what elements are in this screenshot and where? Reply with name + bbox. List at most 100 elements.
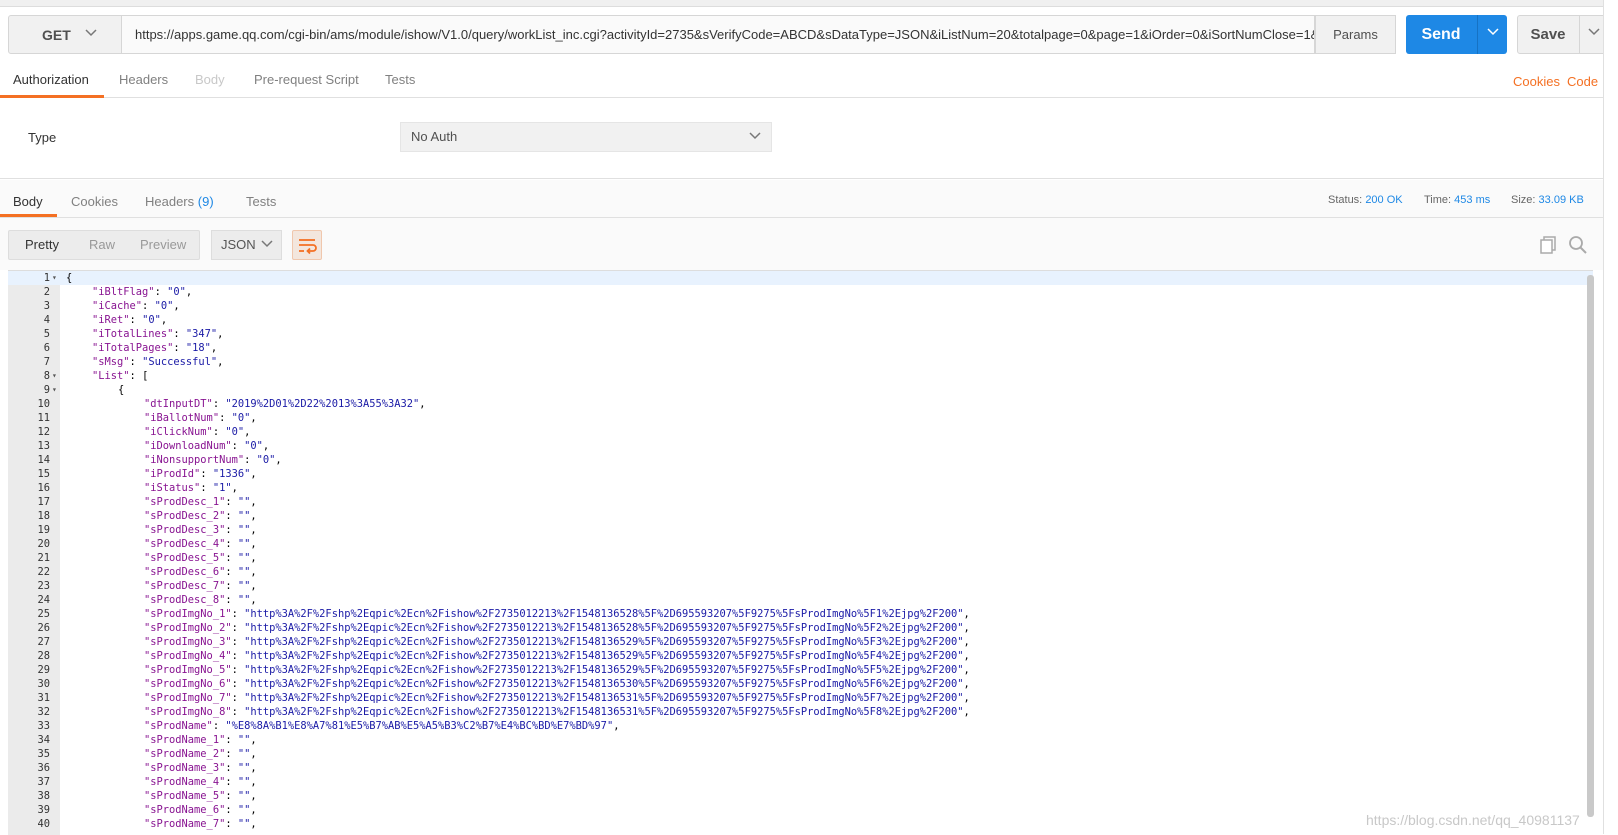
code-text: "List": [ [92, 370, 149, 382]
window-right-edge [1603, 0, 1618, 834]
response-tab-body[interactable]: Body [13, 194, 43, 209]
line-number: 5 [43, 328, 50, 340]
wrap-lines-button[interactable] [292, 230, 322, 260]
response-tab-headers[interactable]: Headers (9) [145, 194, 214, 209]
chevron-down-icon [261, 240, 273, 248]
response-tab-tests[interactable]: Tests [246, 194, 276, 209]
json-string-value: "1" [212, 482, 232, 494]
editor-scrollbar[interactable] [1587, 275, 1594, 817]
tab-pre-request-script[interactable]: Pre-request Script [254, 72, 359, 99]
line-number: 8 [43, 370, 50, 382]
line-number: 29 [37, 664, 50, 676]
view-mode-preview[interactable]: Preview [140, 237, 186, 252]
fold-toggle-icon[interactable]: ▾ [52, 383, 57, 397]
line-number: 21 [37, 552, 50, 564]
code-line: 38 "sProdName_5": "", [8, 789, 1593, 803]
auth-type-select[interactable]: No Auth [400, 122, 772, 152]
code-text: "sProdImgNo_7": "http%3A%2F%2Fshp%2Eqpic… [144, 692, 970, 704]
chevron-down-icon [85, 29, 97, 37]
line-number: 24 [37, 594, 50, 606]
code-line: 3 "iCache": "0", [8, 299, 1593, 313]
json-key: "List" [92, 370, 130, 382]
line-number: 13 [37, 440, 50, 452]
response-tab-cookies[interactable]: Cookies [71, 194, 118, 209]
json-key: "iDownloadNum" [144, 440, 232, 452]
json-key: "iBallotNum" [144, 412, 220, 424]
code-link[interactable]: Code [1567, 74, 1598, 89]
response-body-editor[interactable]: 1 ▾{2 "iBltFlag": "0", 3 "iCache": "0", 4 "iRe… [8, 270, 1593, 835]
json-key: "sProdName_6" [144, 804, 226, 816]
tab-tests[interactable]: Tests [385, 72, 415, 99]
code-line: 22 "sProdDesc_6": "", [8, 565, 1593, 579]
json-key: "sProdImgNo_5" [144, 664, 232, 676]
json-string-value: "" [237, 762, 251, 774]
send-button[interactable]: Send [1406, 15, 1507, 54]
view-mode-raw[interactable]: Raw [89, 237, 115, 252]
line-number: 31 [37, 692, 50, 704]
save-divider [1579, 16, 1580, 53]
chevron-down-icon[interactable] [1487, 28, 1499, 36]
save-button[interactable]: Save [1517, 15, 1610, 54]
method-select[interactable]: GET [8, 15, 122, 54]
json-string-value: "" [237, 496, 251, 508]
line-number: 32 [37, 706, 50, 718]
copy-icon[interactable] [1538, 235, 1558, 255]
tab-headers[interactable]: Headers [119, 72, 168, 99]
line-number: 10 [37, 398, 50, 410]
url-input[interactable]: https://apps.game.qq.com/cgi-bin/ams/mod… [122, 15, 1315, 54]
fold-toggle-icon[interactable]: ▾ [52, 369, 57, 383]
view-mode-pretty[interactable]: Pretty [25, 237, 59, 252]
auth-type-value: No Auth [411, 129, 458, 144]
json-string-value: "http%3A%2F%2Fshp%2Eqpic%2Ecn%2Fishow%2F… [244, 622, 964, 634]
line-number: 27 [37, 636, 50, 648]
json-key: "sMsg" [92, 356, 130, 368]
code-line: 7 "sMsg": "Successful", [8, 355, 1593, 369]
line-number: 17 [37, 496, 50, 508]
line-number: 26 [37, 622, 50, 634]
json-string-value: "0" [231, 412, 251, 424]
fold-toggle-icon[interactable]: ▾ [52, 271, 57, 285]
tab-body[interactable]: Body [195, 72, 225, 99]
json-key: "sProdDesc_3" [144, 524, 226, 536]
json-string-value: "Successful" [142, 356, 218, 368]
chevron-down-icon[interactable] [1588, 28, 1600, 36]
code-text: "sProdImgNo_4": "http%3A%2F%2Fshp%2Eqpic… [144, 650, 970, 662]
code-line: 33 "sProdName": "%E8%8A%B1%E8%A7%81%E5%B7… [8, 719, 1593, 733]
line-number: 15 [37, 468, 50, 480]
size-label: Size: [1511, 194, 1536, 206]
code-text: "iTotalLines": "347", [92, 328, 224, 340]
params-button[interactable]: Params [1315, 15, 1396, 54]
json-string-value: "" [237, 790, 251, 802]
cookies-link[interactable]: Cookies [1513, 74, 1560, 89]
code-line: 30 "sProdImgNo_6": "http%3A%2F%2Fshp%2Eqp… [8, 677, 1593, 691]
json-string-value: "http%3A%2F%2Fshp%2Eqpic%2Ecn%2Fishow%2F… [244, 678, 964, 690]
json-string-value: "http%3A%2F%2Fshp%2Eqpic%2Ecn%2Fishow%2F… [244, 706, 964, 718]
json-string-value: "1336" [212, 468, 251, 480]
status-label: Status: [1328, 194, 1363, 206]
json-string-value: "%E8%8A%B1%E8%A7%81%E5%B7%AB%E5%A5%B3%C2… [225, 720, 614, 732]
json-key: "sProdImgNo_2" [144, 622, 232, 634]
format-select[interactable]: JSON [211, 230, 282, 260]
line-number: 40 [37, 818, 50, 830]
code-text: "sProdImgNo_6": "http%3A%2F%2Fshp%2Eqpic… [144, 678, 970, 690]
line-number: 35 [37, 748, 50, 760]
search-icon[interactable] [1568, 235, 1588, 255]
code-text: "sProdImgNo_2": "http%3A%2F%2Fshp%2Eqpic… [144, 622, 970, 634]
code-text: "sProdName_2": "", [144, 748, 257, 760]
active-response-tab-indicator [0, 214, 57, 217]
json-key: "sProdName_3" [144, 762, 226, 774]
send-label: Send [1421, 26, 1461, 43]
code-line: 36 "sProdName_3": "", [8, 761, 1593, 775]
code-text: "iRet": "0", [92, 314, 168, 326]
code-line: 35 "sProdName_2": "", [8, 747, 1593, 761]
code-text: "sProdName_7": "", [144, 818, 257, 830]
code-line: 29 "sProdImgNo_5": "http%3A%2F%2Fshp%2Eqp… [8, 663, 1593, 677]
code-text: { [66, 272, 73, 284]
line-number: 6 [43, 342, 50, 354]
json-string-value: "0" [256, 454, 276, 466]
status-readout: Status: 200 OK [1328, 194, 1403, 206]
line-number: 30 [37, 678, 50, 690]
code-line: 39 "sProdName_6": "", [8, 803, 1593, 817]
line-number: 23 [37, 580, 50, 592]
line-number: 25 [37, 608, 50, 620]
